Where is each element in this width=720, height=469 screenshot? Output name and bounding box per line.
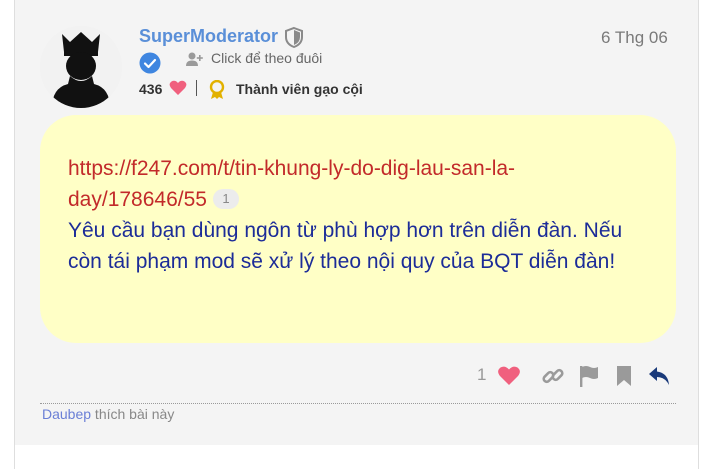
verified-check-icon — [139, 52, 161, 74]
like-heart-icon[interactable] — [497, 364, 521, 388]
like-count[interactable]: 1 — [477, 365, 486, 385]
follow-button[interactable]: Click để theo đuôi — [211, 50, 322, 66]
user-points: 436 — [139, 81, 163, 97]
moderator-shield-icon — [285, 26, 303, 48]
rank-badge-icon — [209, 80, 225, 99]
post-container: SuperModerator Click để theo đuôi 6 Thg … — [14, 0, 699, 469]
liker-link[interactable]: Daubep — [42, 406, 91, 422]
post-date[interactable]: 6 Thg 06 — [601, 28, 668, 48]
reply-icon[interactable] — [647, 364, 671, 388]
post-divider — [40, 403, 676, 404]
link-click-count: 1 — [212, 189, 239, 209]
follow-user-icon[interactable] — [185, 51, 203, 67]
post-body: https://f247.com/t/tin-khung-ly-do-dig-l… — [40, 115, 676, 343]
link-icon[interactable] — [541, 364, 565, 388]
divider — [196, 80, 197, 96]
user-rank: Thành viên gạo cội — [236, 81, 363, 97]
avatar[interactable] — [40, 26, 122, 108]
flag-icon[interactable] — [577, 364, 601, 388]
bookmark-icon[interactable] — [612, 364, 636, 388]
page-bottom — [15, 445, 698, 469]
heart-icon — [169, 80, 187, 95]
username[interactable]: SuperModerator — [139, 26, 278, 47]
liked-by: Daubep thích bài này — [42, 406, 175, 422]
post-link[interactable]: https://f247.com/t/tin-khung-ly-do-dig-l… — [68, 157, 515, 211]
post-message: Yêu cầu bạn dùng ngôn từ phù hợp hơn trê… — [68, 219, 623, 273]
